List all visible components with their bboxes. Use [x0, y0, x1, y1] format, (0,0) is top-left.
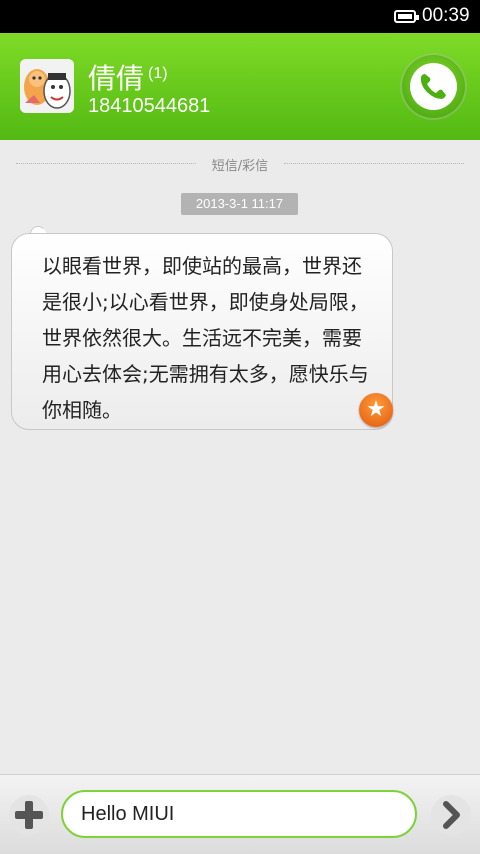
chevron-right-icon [443, 801, 460, 829]
message-input[interactable] [61, 790, 417, 838]
send-button[interactable] [431, 795, 471, 835]
unread-count: (1) [148, 65, 168, 82]
plus-icon [15, 801, 43, 829]
phone-icon [410, 63, 457, 110]
status-bar: 00:39 [0, 0, 480, 33]
section-label: 短信/彩信 [211, 159, 269, 174]
contact-avatar[interactable] [20, 59, 74, 113]
status-time: 00:39 [422, 5, 470, 26]
composer-bar [0, 774, 480, 854]
message-timestamp: 2013-3-1 11:17 [181, 193, 298, 215]
message-text: 以眼看世界，即使站的最高，世界还是很小;以心看世界，即使身处局限，世界依然很大。… [42, 254, 369, 422]
add-attachment-button[interactable] [9, 795, 49, 835]
star-icon[interactable]: ★ [359, 393, 393, 427]
contact-phone-number: 18410544681 [88, 95, 211, 117]
conversation-header: 倩倩 (1) 18410544681 [0, 33, 480, 140]
contact-name: 倩倩 [88, 62, 145, 95]
section-divider: 短信/彩信 [16, 155, 464, 174]
divider-line-left [16, 163, 196, 164]
message-bubble[interactable]: 以眼看世界，即使站的最高，世界还是很小;以心看世界，即使身处局限，世界依然很大。… [11, 233, 393, 430]
battery-icon [394, 10, 419, 23]
call-button[interactable] [400, 53, 467, 120]
divider-line-right [284, 163, 464, 164]
